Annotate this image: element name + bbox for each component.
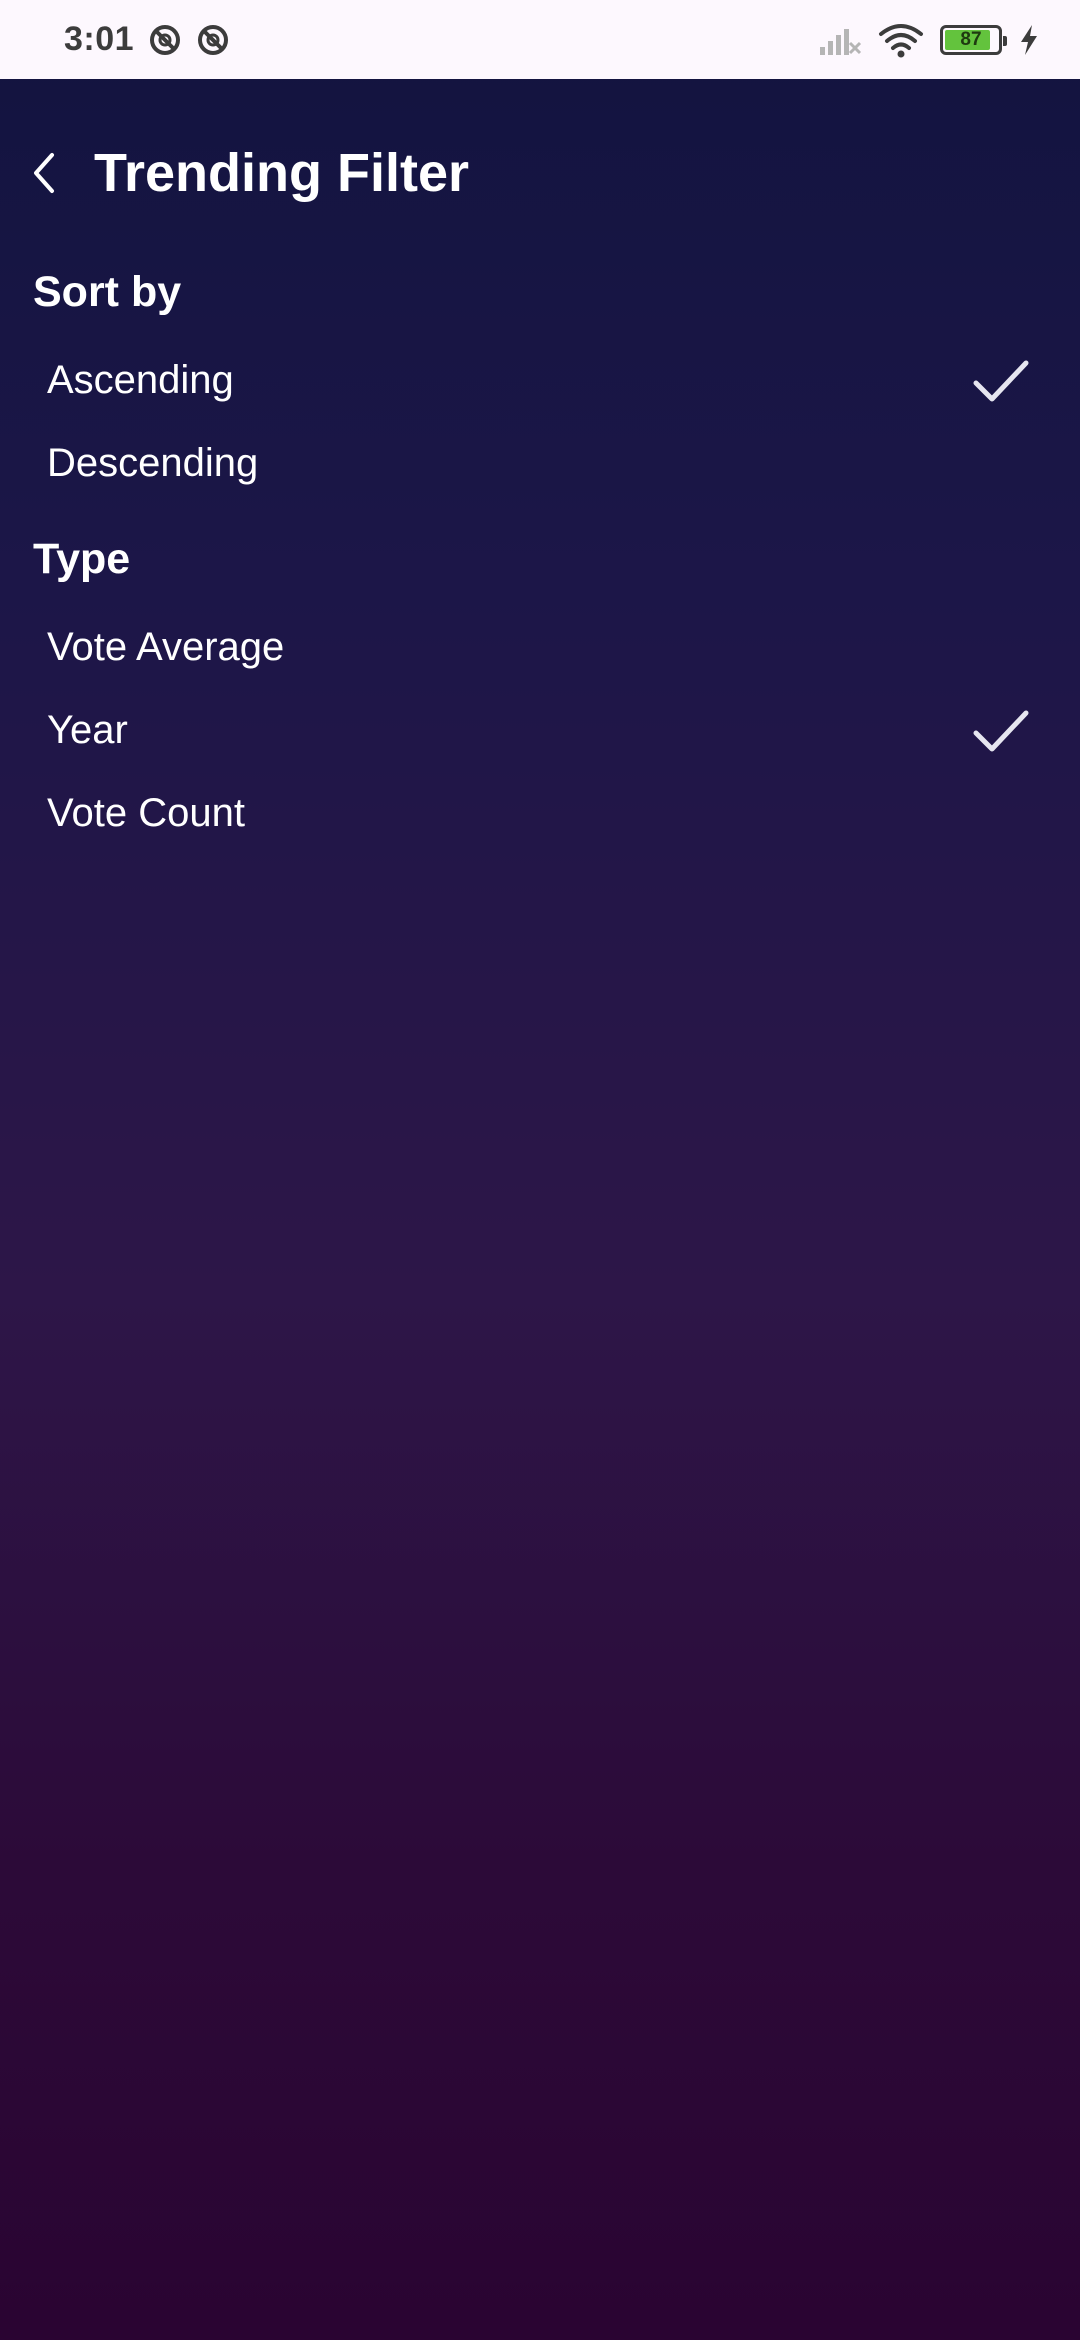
- cellular-signal-icon: [820, 28, 862, 55]
- type-header: Type: [33, 535, 131, 583]
- option-label: Vote Average: [47, 625, 285, 669]
- status-time: 3:01: [64, 20, 135, 58]
- option-label: Ascending: [47, 358, 234, 402]
- option-label: Descending: [47, 441, 259, 485]
- do-not-disturb-icon: [150, 24, 181, 55]
- checkmark-icon: [973, 710, 1029, 751]
- status-bar: 3:01 87: [0, 0, 1080, 79]
- do-not-disturb-icon: [198, 24, 229, 55]
- option-label: Vote Count: [47, 791, 245, 835]
- battery-level: 87: [960, 28, 982, 50]
- option-label: Year: [47, 708, 128, 752]
- option-descending[interactable]: Descending: [0, 422, 1080, 505]
- battery-indicator: 87: [940, 24, 1007, 55]
- app-bar: Trending Filter: [0, 80, 1080, 265]
- checkmark-icon: [973, 360, 1029, 401]
- charging-bolt-icon: [1021, 24, 1037, 55]
- battery-nub: [1003, 35, 1007, 46]
- option-vote-count[interactable]: Vote Count: [0, 772, 1080, 855]
- status-icons: 87: [818, 22, 1040, 58]
- option-year[interactable]: Year: [0, 689, 1080, 772]
- chevron-left-icon: [34, 152, 54, 193]
- option-ascending[interactable]: Ascending: [0, 339, 1080, 422]
- page-title: Trending Filter: [94, 142, 470, 203]
- back-button[interactable]: [10, 123, 80, 223]
- wifi-icon: [879, 23, 923, 57]
- sort-by-header: Sort by: [33, 268, 182, 316]
- option-vote-average[interactable]: Vote Average: [0, 606, 1080, 689]
